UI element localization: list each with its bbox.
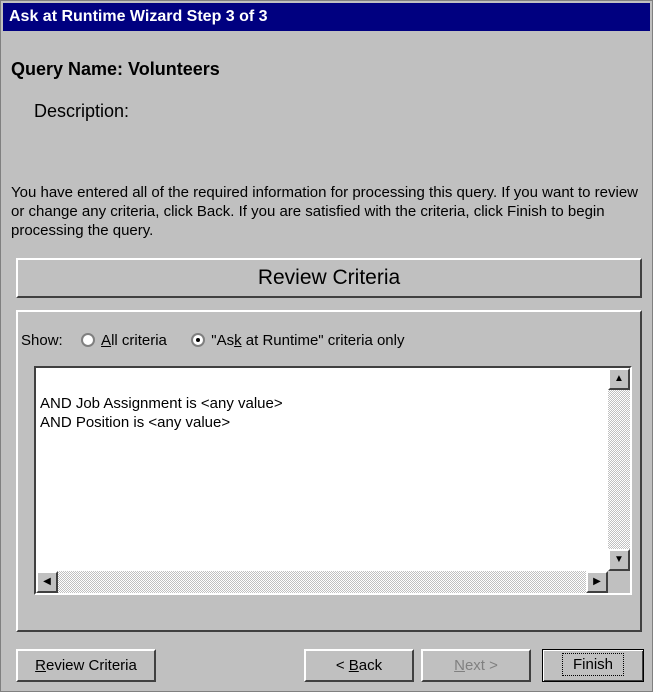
query-name-label: Query Name: Volunteers — [11, 59, 220, 79]
radio-ask-at-runtime-only[interactable]: "Ask at Runtime" criteria only — [191, 332, 404, 349]
left-arrow-icon[interactable]: ◀ — [36, 571, 58, 593]
horizontal-scrollbar[interactable] — [36, 571, 608, 593]
description-label: Description: — [34, 101, 130, 121]
back-button[interactable]: < Back — [304, 649, 414, 682]
title-bar: Ask at Runtime Wizard Step 3 of 3 — [3, 3, 650, 31]
review-criteria-header: Review Criteria — [16, 258, 642, 298]
radio-all-criteria[interactable]: All criteria — [81, 332, 171, 349]
show-label: Show: — [21, 332, 63, 349]
criteria-line: AND Position is <any value> — [40, 414, 231, 431]
finish-button[interactable]: Finish — [542, 649, 644, 682]
radio-ask-at-runtime-circle[interactable] — [191, 333, 206, 347]
review-criteria-button[interactable]: Review Criteria — [16, 649, 156, 682]
criteria-list: AND Job Assignment is <any value> AND Po… — [40, 394, 283, 432]
right-arrow-icon[interactable]: ▶ — [586, 571, 608, 593]
wizard-window: Ask at Runtime Wizard Step 3 of 3 Query … — [0, 0, 653, 692]
vertical-scrollbar[interactable] — [608, 368, 630, 571]
instructions-text: You have entered all of the required inf… — [11, 184, 639, 239]
criteria-listbox[interactable]: AND Job Assignment is <any value> AND Po… — [34, 366, 632, 595]
next-button[interactable]: Next > — [421, 649, 531, 682]
radio-all-criteria-circle[interactable] — [81, 333, 96, 347]
down-arrow-icon[interactable]: ▼ — [608, 549, 630, 571]
criteria-line: AND Job Assignment is <any value> — [40, 395, 283, 412]
show-options-row: Show: All criteria "Ask at Runtime" crit… — [21, 331, 404, 351]
scrollbar-corner — [608, 571, 630, 593]
up-arrow-icon[interactable]: ▲ — [608, 368, 630, 390]
